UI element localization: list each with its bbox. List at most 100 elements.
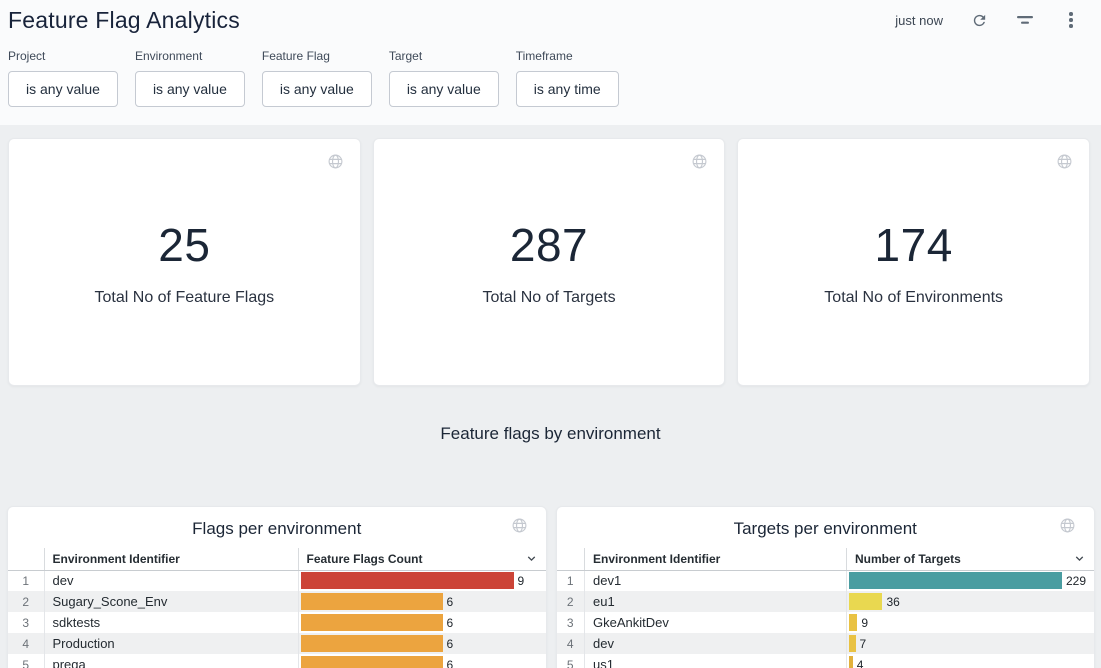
kpi-value: 287 (510, 218, 588, 272)
row-rank: 4 (557, 633, 585, 654)
value-bar (301, 593, 443, 610)
filter-label: Environment (135, 49, 245, 63)
table-row: 1 dev1 229 (557, 570, 1095, 591)
row-rank: 5 (8, 654, 44, 668)
row-identifier: sdktests (44, 612, 298, 633)
value-bar (301, 656, 443, 668)
kpi-row: 25 Total No of Feature Flags 287 Total N… (8, 138, 1090, 386)
value-label: 36 (886, 595, 899, 609)
chevron-down-icon[interactable] (1073, 552, 1086, 568)
row-identifier: prega (44, 654, 298, 668)
row-identifier: dev (44, 570, 298, 591)
filter-project: Project is any value (8, 49, 118, 107)
table-row: 4 Production 6 (8, 633, 546, 654)
identifier-column-header[interactable]: Environment Identifier (585, 548, 847, 570)
count-column-header[interactable]: Number of Targets (847, 548, 1095, 570)
kpi-label: Total No of Environments (824, 289, 1003, 307)
row-rank: 5 (557, 654, 585, 668)
value-bar (849, 572, 1062, 589)
row-bar-cell: 6 (298, 591, 546, 612)
row-bar-cell: 7 (847, 633, 1095, 654)
row-rank: 3 (8, 612, 44, 633)
row-bar-cell: 229 (847, 570, 1095, 591)
filter-label: Project (8, 49, 118, 63)
row-bar-cell: 6 (298, 633, 546, 654)
section-title: Feature flags by environment (0, 424, 1101, 446)
rank-column-header (8, 548, 44, 570)
filter-label: Feature Flag (262, 49, 372, 63)
row-rank: 1 (8, 570, 44, 591)
row-bar-cell: 6 (298, 654, 546, 668)
rank-column-header (557, 548, 585, 570)
value-bar (849, 614, 857, 631)
filter-environment: Environment is any value (135, 49, 245, 107)
value-bar (849, 593, 882, 610)
kpi-card-environments: 174 Total No of Environments (737, 138, 1090, 386)
flags-per-environment-table: Environment Identifier Feature Flags Cou… (8, 548, 546, 668)
chevron-down-icon[interactable] (525, 552, 538, 568)
value-label: 229 (1066, 574, 1086, 588)
value-bar (301, 614, 443, 631)
row-rank: 3 (557, 612, 585, 633)
row-bar-cell: 4 (847, 654, 1095, 668)
refresh-button[interactable] (969, 10, 989, 30)
table-row: 3 sdktests 6 (8, 612, 546, 633)
globe-icon (1056, 153, 1073, 175)
value-label: 6 (447, 637, 454, 651)
table-row: 5 prega 6 (8, 654, 546, 668)
row-bar-cell: 9 (847, 612, 1095, 633)
row-rank: 2 (8, 591, 44, 612)
filter-project-value-button[interactable]: is any value (8, 71, 118, 107)
row-rank: 2 (557, 591, 585, 612)
page-title: Feature Flag Analytics (8, 7, 240, 34)
row-rank: 4 (8, 633, 44, 654)
row-bar-cell: 36 (847, 591, 1095, 612)
flags-per-environment-card: Flags per environment Environment Identi… (7, 506, 547, 668)
value-bar (301, 635, 443, 652)
header-actions: just now (895, 10, 1081, 30)
kebab-menu-icon (1069, 12, 1073, 28)
targets-per-environment-table: Environment Identifier Number of Targets… (557, 548, 1095, 668)
value-label: 6 (447, 616, 454, 630)
filter-label: Timeframe (516, 49, 619, 63)
dashboard-header: Feature Flag Analytics just now (0, 0, 1101, 125)
tables-row: Flags per environment Environment Identi… (7, 506, 1095, 668)
filter-icon (1016, 13, 1034, 27)
kpi-label: Total No of Targets (482, 289, 615, 307)
refresh-icon (971, 12, 988, 29)
globe-icon (691, 153, 708, 175)
value-label: 6 (447, 658, 454, 668)
value-label: 9 (861, 616, 868, 630)
globe-icon (1059, 517, 1076, 539)
card-title: Targets per environment (557, 507, 1095, 550)
value-bar (849, 656, 853, 668)
filter-timeframe-value-button[interactable]: is any time (516, 71, 619, 107)
row-identifier: dev (585, 633, 847, 654)
value-bar (301, 572, 514, 589)
globe-icon (327, 153, 344, 175)
value-label: 4 (857, 658, 864, 668)
count-column-header[interactable]: Feature Flags Count (298, 548, 546, 570)
more-options-button[interactable] (1061, 10, 1081, 30)
filter-environment-value-button[interactable]: is any value (135, 71, 245, 107)
filter-bar: Project is any value Environment is any … (0, 36, 1101, 107)
filter-label: Target (389, 49, 499, 63)
filter-target-value-button[interactable]: is any value (389, 71, 499, 107)
identifier-column-header[interactable]: Environment Identifier (44, 548, 298, 570)
value-label: 7 (860, 637, 867, 651)
row-identifier: us1 (585, 654, 847, 668)
value-label: 9 (518, 574, 525, 588)
table-row: 5 us1 4 (557, 654, 1095, 668)
row-bar-cell: 6 (298, 612, 546, 633)
value-label: 6 (447, 595, 454, 609)
kpi-card-targets: 287 Total No of Targets (373, 138, 726, 386)
row-identifier: Sugary_Scone_Env (44, 591, 298, 612)
kpi-card-feature-flags: 25 Total No of Feature Flags (8, 138, 361, 386)
targets-per-environment-card: Targets per environment Environment Iden… (556, 506, 1096, 668)
filter-feature-flag: Feature Flag is any value (262, 49, 372, 107)
table-row: 1 dev 9 (8, 570, 546, 591)
row-identifier: Production (44, 633, 298, 654)
filter-feature-flag-value-button[interactable]: is any value (262, 71, 372, 107)
filters-toggle-button[interactable] (1015, 10, 1035, 30)
row-bar-cell: 9 (298, 570, 546, 591)
